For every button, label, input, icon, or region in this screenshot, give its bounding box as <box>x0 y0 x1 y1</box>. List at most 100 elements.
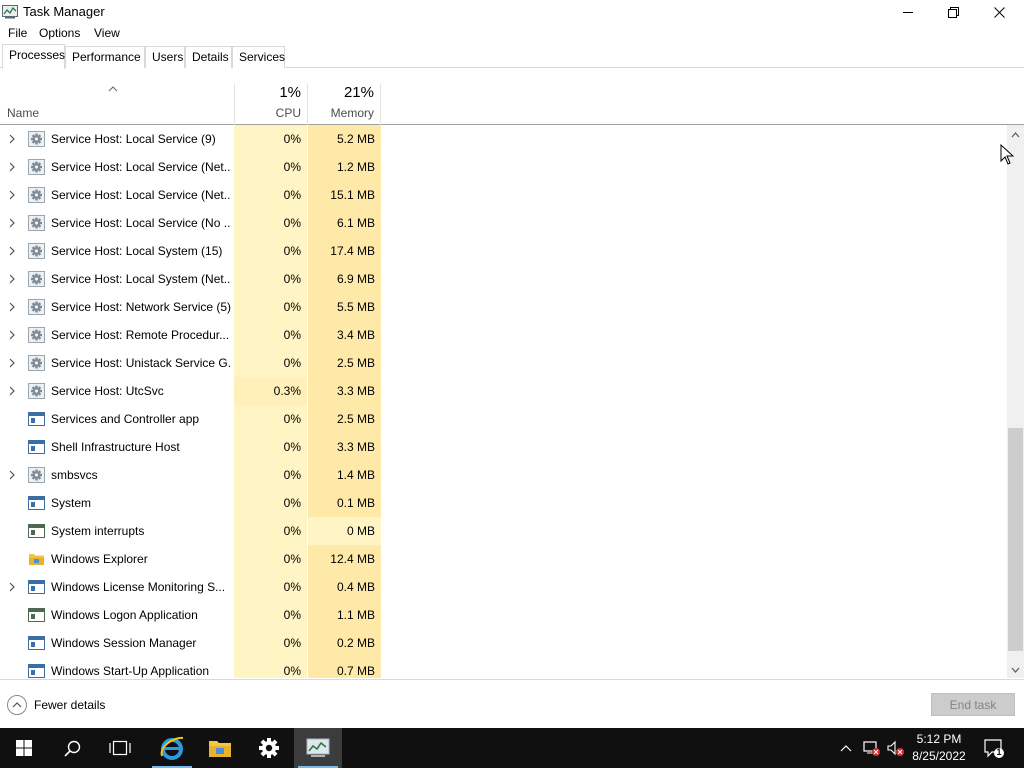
expand-row-button[interactable] <box>8 161 16 173</box>
process-cpu: 0% <box>234 237 307 265</box>
process-name: Services and Controller app <box>51 412 200 426</box>
process-name: Service Host: Local Service (Net... <box>51 188 231 202</box>
end-task-button[interactable]: End task <box>931 693 1015 716</box>
process-row[interactable]: Windows License Monitoring S... 0% 0.4 MB <box>0 573 1007 601</box>
app-window-icon <box>28 439 45 455</box>
expand-row-button[interactable] <box>8 469 16 481</box>
restore-icon <box>947 6 959 18</box>
restore-button[interactable] <box>930 0 976 24</box>
volume-muted-icon[interactable] <box>886 739 904 760</box>
column-name-header[interactable]: Name <box>7 106 39 120</box>
expand-chevron-icon <box>9 302 15 312</box>
process-row[interactable]: Service Host: Local Service (9) 0% 5.2 MB <box>0 125 1007 153</box>
gear-icon <box>28 467 45 483</box>
menu-bar: File Options View <box>0 24 1024 43</box>
scrollbar-thumb[interactable] <box>1008 428 1023 651</box>
cpu-total-percent[interactable]: 1% <box>234 84 301 101</box>
process-cpu: 0% <box>234 433 307 461</box>
task-view-button[interactable] <box>96 728 144 768</box>
menu-options[interactable]: Options <box>39 26 80 40</box>
gear-icon <box>28 383 45 399</box>
process-row[interactable]: Windows Explorer 0% 12.4 MB <box>0 545 1007 573</box>
expand-chevron-icon <box>9 246 15 256</box>
process-row[interactable]: Service Host: Unistack Service G... 0% 2.5… <box>0 349 1007 377</box>
process-row[interactable]: Windows Logon Application 0% 1.1 MB <box>0 601 1007 629</box>
process-row[interactable]: Service Host: Local Service (Net... 0% 1.2… <box>0 153 1007 181</box>
scroll-down-button[interactable] <box>1007 661 1024 678</box>
process-row[interactable]: Windows Start-Up Application 0% 0.7 MB <box>0 657 1007 678</box>
app-window-icon <box>28 579 45 595</box>
close-button[interactable] <box>976 0 1022 24</box>
fewer-details-chevron-icon[interactable] <box>7 695 27 715</box>
process-memory: 5.5 MB <box>308 293 381 321</box>
tab-performance[interactable]: Performance <box>65 46 145 68</box>
expand-row-button[interactable] <box>8 301 16 313</box>
expand-row-button[interactable] <box>8 385 16 397</box>
process-cpu: 0% <box>234 125 307 153</box>
process-row[interactable]: Service Host: Local System (15) 0% 17.4 MB <box>0 237 1007 265</box>
search-button[interactable] <box>48 728 96 768</box>
scroll-up-button[interactable] <box>1007 126 1024 143</box>
tab-details[interactable]: Details <box>185 46 232 68</box>
memory-total-percent[interactable]: 21% <box>308 84 374 101</box>
process-name: Windows Start-Up Application <box>51 664 210 678</box>
fewer-details-link[interactable]: Fewer details <box>34 698 105 712</box>
expand-row-button[interactable] <box>8 329 16 341</box>
process-row[interactable]: Services and Controller app 0% 2.5 MB <box>0 405 1007 433</box>
task-manager-icon <box>306 738 330 757</box>
gear-icon <box>28 327 45 343</box>
expand-row-button[interactable] <box>8 189 16 201</box>
tab-processes[interactable]: Processes <box>2 44 65 69</box>
show-hidden-icons-chevron-icon[interactable] <box>840 739 852 760</box>
process-name: System <box>51 496 92 510</box>
process-row[interactable]: Windows Session Manager 0% 0.2 MB <box>0 629 1007 657</box>
expand-row-button[interactable] <box>8 217 16 229</box>
network-disconnected-icon[interactable] <box>862 739 880 760</box>
process-list: Service Host: Local Service (9) 0% 5.2 MB S… <box>0 125 1007 678</box>
process-cpu: 0% <box>234 461 307 489</box>
process-row[interactable]: Service Host: Remote Procedur... 0% 3.4 MB <box>0 321 1007 349</box>
process-cpu: 0% <box>234 517 307 545</box>
tab-users[interactable]: Users <box>145 46 185 68</box>
column-cpu-header[interactable]: CPU <box>234 106 301 120</box>
expand-row-button[interactable] <box>8 581 16 593</box>
process-row[interactable]: Service Host: Local Service (Net... 0% 15.… <box>0 181 1007 209</box>
action-center-button[interactable]: 1 <box>983 737 1005 762</box>
process-cpu: 0% <box>234 265 307 293</box>
process-row[interactable]: Service Host: Network Service (5) 0% 5.5 M… <box>0 293 1007 321</box>
menu-view[interactable]: View <box>94 26 120 40</box>
process-name: Service Host: UtcSvc <box>51 384 164 398</box>
tab-services[interactable]: Services <box>232 46 285 68</box>
expand-chevron-icon <box>9 190 15 200</box>
process-row[interactable]: System 0% 0.1 MB <box>0 489 1007 517</box>
process-cpu: 0% <box>234 405 307 433</box>
taskbar-internet-explorer[interactable] <box>148 728 196 768</box>
process-cpu: 0% <box>234 209 307 237</box>
menu-file[interactable]: File <box>8 26 27 40</box>
tab-bar: Processes Performance Users Details Serv… <box>0 44 1024 69</box>
process-row[interactable]: Service Host: UtcSvc 0.3% 3.3 MB <box>0 377 1007 405</box>
taskbar-file-explorer[interactable] <box>196 728 244 768</box>
minimize-button[interactable] <box>885 0 931 24</box>
column-memory-header[interactable]: Memory <box>308 106 374 120</box>
expand-row-button[interactable] <box>8 133 16 145</box>
expand-chevron-icon <box>9 582 15 592</box>
app-window-icon <box>28 635 45 651</box>
start-button[interactable] <box>0 728 48 768</box>
process-row[interactable]: smbsvcs 0% 1.4 MB <box>0 461 1007 489</box>
taskbar-settings[interactable] <box>245 728 293 768</box>
process-row[interactable]: Shell Infrastructure Host 0% 3.3 MB <box>0 433 1007 461</box>
process-memory: 2.5 MB <box>308 405 381 433</box>
system-clock[interactable]: 5:12 PM 8/25/2022 <box>906 731 972 765</box>
process-row[interactable]: System interrupts 0% 0 MB <box>0 517 1007 545</box>
expand-row-button[interactable] <box>8 357 16 369</box>
expand-row-button[interactable] <box>8 245 16 257</box>
process-name: System interrupts <box>51 524 145 538</box>
expand-row-button[interactable] <box>8 273 16 285</box>
process-row[interactable]: Service Host: Local System (Net... 0% 6.9 … <box>0 265 1007 293</box>
expand-chevron-icon <box>9 218 15 228</box>
process-row[interactable]: Service Host: Local Service (No ... 0% 6.1… <box>0 209 1007 237</box>
taskbar-task-manager[interactable] <box>294 728 342 768</box>
internet-explorer-icon <box>160 736 184 760</box>
process-cpu: 0% <box>234 349 307 377</box>
